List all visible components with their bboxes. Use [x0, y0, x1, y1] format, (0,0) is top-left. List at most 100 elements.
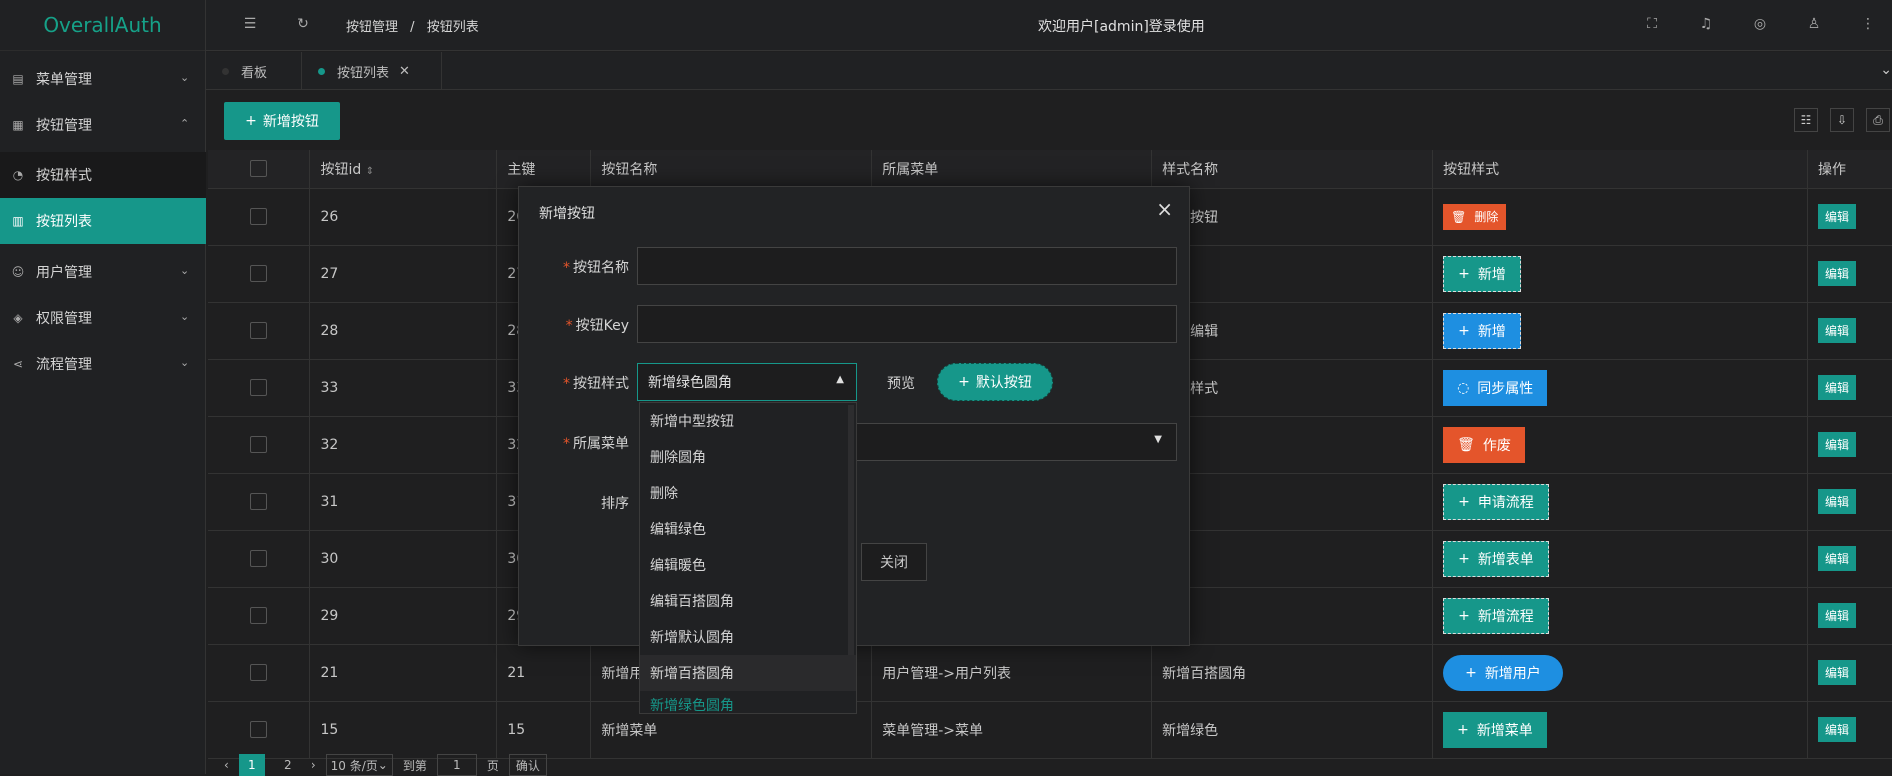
sidebar-item-user-mgmt[interactable]: ☺ 用户管理 ⌄: [0, 249, 206, 295]
sidebar-item-button-style[interactable]: ◔ 按钮样式: [0, 152, 206, 198]
cell-actions: 编辑: [1807, 701, 1892, 759]
style-preview-button[interactable]: + 新增用户: [1443, 654, 1563, 691]
more-icon[interactable]: ⋮: [1859, 16, 1877, 34]
close-button[interactable]: 关闭: [861, 543, 927, 581]
cell-button-style: ◌ 同步属性: [1432, 359, 1808, 417]
edit-button[interactable]: 编辑: [1817, 375, 1856, 400]
row-checkbox[interactable]: [208, 416, 311, 474]
add-button[interactable]: + 新增按钮: [224, 102, 340, 140]
dropdown-scrollbar[interactable]: [848, 405, 854, 655]
style-preview-button[interactable]: + 新增: [1443, 312, 1521, 349]
breadcrumb-item[interactable]: 按钮管理: [346, 20, 398, 35]
edit-button[interactable]: 编辑: [1817, 603, 1856, 628]
key-input[interactable]: [637, 305, 1177, 343]
goto-label: 到第: [402, 758, 427, 773]
col-header-menu: 所属菜单: [871, 150, 1153, 189]
sort-label: 排序: [601, 496, 629, 512]
dropdown-option[interactable]: 删除圆角: [640, 439, 856, 475]
sidebar-item-flow-mgmt[interactable]: ⋖ 流程管理 ⌄: [0, 341, 206, 387]
style-preview-button[interactable]: + 申请流程: [1443, 483, 1549, 520]
cell-button-style: + 申请流程: [1432, 473, 1808, 531]
dropdown-option[interactable]: 新增百搭圆角: [640, 655, 856, 691]
cell-actions: 编辑: [1807, 188, 1892, 246]
user-avatar-icon[interactable]: ♙: [1805, 16, 1823, 34]
dropdown-option[interactable]: 新增默认圆角: [640, 619, 856, 655]
fullscreen-icon[interactable]: ⛶: [1643, 16, 1661, 34]
dropdown-option[interactable]: 新增中型按钮: [640, 403, 856, 439]
cell-style-name: 新增: [1151, 245, 1434, 303]
cell-actions: 编辑: [1807, 473, 1892, 531]
style-preview-button[interactable]: + 新增菜单: [1443, 711, 1547, 748]
dropdown-option[interactable]: 编辑百搭圆角: [640, 583, 856, 619]
filter-columns-icon[interactable]: ☷: [1794, 108, 1818, 132]
edit-button[interactable]: 编辑: [1817, 717, 1856, 742]
chevron-down-icon: ⌄: [180, 264, 190, 277]
cell-actions: 编辑: [1807, 245, 1892, 303]
cell-id: 28: [309, 302, 498, 360]
menu-select[interactable]: ▼: [857, 423, 1177, 461]
cell-actions: 编辑: [1807, 416, 1892, 474]
dropdown-option[interactable]: 删除: [640, 475, 856, 511]
row-checkbox[interactable]: [208, 473, 311, 531]
next-page-icon[interactable]: ›: [311, 758, 316, 772]
row-checkbox[interactable]: [208, 188, 311, 246]
select-all-checkbox[interactable]: [208, 150, 311, 189]
style-select[interactable]: 新增绿色圆角 ▲: [637, 363, 857, 401]
style-preview-button[interactable]: + 新增流程: [1443, 597, 1549, 634]
tab-dashboard[interactable]: 看板: [206, 52, 302, 90]
prev-page-icon[interactable]: ‹: [224, 758, 229, 772]
row-checkbox[interactable]: [208, 530, 311, 588]
page-size-select[interactable]: 10 条/页 ⌄: [325, 754, 393, 776]
tab-button-list[interactable]: 按钮列表 ✕: [302, 52, 442, 90]
edit-button[interactable]: 编辑: [1817, 204, 1856, 229]
style-preview-button[interactable]: 🗑 删除: [1443, 203, 1507, 230]
close-icon[interactable]: ×: [1156, 197, 1173, 221]
row-checkbox[interactable]: [208, 644, 311, 702]
edit-button[interactable]: 编辑: [1817, 318, 1856, 343]
row-checkbox[interactable]: [208, 359, 311, 417]
plus-icon: +: [245, 113, 257, 129]
cell-button-style: + 新增: [1432, 245, 1808, 303]
cell-style-name: 按钮样式: [1151, 359, 1434, 417]
edit-button[interactable]: 编辑: [1817, 489, 1856, 514]
style-preview-button[interactable]: + 新增表单: [1443, 540, 1549, 577]
sidebar-item-label: 权限管理: [36, 311, 92, 327]
edit-button[interactable]: 编辑: [1817, 261, 1856, 286]
style-preview-button[interactable]: + 新增: [1443, 255, 1521, 292]
row-checkbox[interactable]: [208, 701, 311, 759]
globe-icon[interactable]: ◎: [1751, 16, 1769, 34]
row-checkbox[interactable]: [208, 587, 311, 645]
row-checkbox[interactable]: [208, 245, 311, 303]
dropdown-option[interactable]: 编辑暖色: [640, 547, 856, 583]
style-preview-button[interactable]: ◌ 同步属性: [1443, 369, 1548, 406]
print-icon[interactable]: ⎙: [1866, 108, 1890, 132]
app-logo: OverallAuth: [0, 0, 205, 51]
goto-confirm-button[interactable]: 确认: [508, 754, 547, 776]
col-header-id[interactable]: 按钮id ⇕: [309, 150, 498, 189]
page-input[interactable]: 1: [436, 754, 477, 776]
close-icon[interactable]: ✕: [399, 64, 410, 79]
dropdown-option[interactable]: 编辑绿色: [640, 511, 856, 547]
preview-button[interactable]: + 默认按钮: [937, 363, 1053, 401]
dropdown-option-selected[interactable]: 新增绿色圆角: [640, 691, 856, 713]
refresh-icon[interactable]: ↻: [294, 16, 312, 34]
row-checkbox[interactable]: [208, 302, 311, 360]
style-preview-button[interactable]: 🗑 作废: [1443, 426, 1525, 463]
sidebar-item-menu-mgmt[interactable]: ▤ 菜单管理 ⌄: [0, 56, 206, 102]
sidebar-item-perm-mgmt[interactable]: ◈ 权限管理 ⌄: [0, 295, 206, 341]
edit-button[interactable]: 编辑: [1817, 432, 1856, 457]
page-2[interactable]: 2: [275, 754, 301, 776]
chevron-down-icon[interactable]: ⌄: [1880, 62, 1892, 78]
cell-button-style: + 新增用户: [1432, 644, 1808, 702]
cell-button-style: + 新增流程: [1432, 587, 1808, 645]
page-1[interactable]: 1: [238, 754, 265, 776]
sidebar-item-button-list[interactable]: ▥ 按钮列表: [0, 198, 206, 244]
bell-icon[interactable]: ♫: [1697, 16, 1715, 34]
name-input[interactable]: [637, 247, 1177, 285]
sidebar-item-button-mgmt[interactable]: ▦ 按钮管理 ⌃: [0, 102, 206, 148]
edit-button[interactable]: 编辑: [1817, 660, 1856, 685]
cell-style-name: 小型按钮: [1151, 188, 1434, 246]
export-icon[interactable]: ⇩: [1830, 108, 1854, 132]
edit-button[interactable]: 编辑: [1817, 546, 1856, 571]
collapse-menu-icon[interactable]: ☰: [241, 16, 259, 34]
